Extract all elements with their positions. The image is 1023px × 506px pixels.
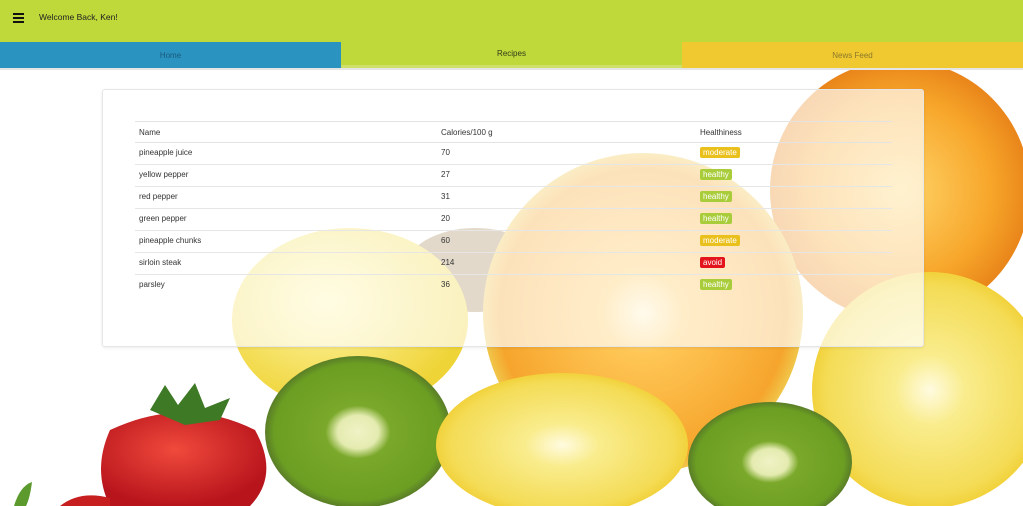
health-badge: healthy <box>700 169 732 180</box>
cell-calories: 20 <box>437 208 696 231</box>
cell-calories: 31 <box>437 186 696 209</box>
cell-name: yellow pepper <box>135 164 437 187</box>
header-name: Name <box>135 121 437 143</box>
nav-tabs: Home Recipes News Feed <box>0 42 1023 68</box>
cell-healthiness: healthy <box>696 275 892 297</box>
table-row: red pepper 31 healthy <box>135 186 892 209</box>
cell-name: sirloin steak <box>135 252 437 275</box>
table-row: pineapple juice 70 moderate <box>135 142 892 165</box>
tab-home[interactable]: Home <box>0 42 341 68</box>
foods-table: Name Calories/100 g Healthiness pineappl… <box>135 121 892 297</box>
cell-calories: 214 <box>437 252 696 275</box>
health-badge: moderate <box>700 235 740 246</box>
cell-calories: 27 <box>437 164 696 187</box>
cell-calories: 70 <box>437 142 696 165</box>
cell-healthiness: moderate <box>696 142 892 165</box>
cell-healthiness: avoid <box>696 252 892 275</box>
table-row: parsley 36 healthy <box>135 275 892 297</box>
cell-healthiness: healthy <box>696 186 892 209</box>
welcome-text: Welcome Back, Ken! <box>39 12 118 22</box>
menu-icon[interactable] <box>12 12 26 26</box>
cell-name: pineapple juice <box>135 142 437 165</box>
tab-recipes[interactable]: Recipes <box>341 42 682 68</box>
health-badge: avoid <box>700 257 726 268</box>
health-badge: moderate <box>700 147 740 158</box>
cell-name: parsley <box>139 280 165 289</box>
tab-news-feed[interactable]: News Feed <box>682 42 1023 68</box>
table-row: sirloin steak 214 avoid <box>135 252 892 275</box>
health-badge: healthy <box>700 279 732 290</box>
health-badge: healthy <box>700 191 732 202</box>
cell-calories: 60 <box>437 230 696 253</box>
table-row: pineapple chunks 60 moderate <box>135 230 892 253</box>
header-calories: Calories/100 g <box>437 121 696 143</box>
cell-healthiness: moderate <box>696 230 892 253</box>
cell-name: red pepper <box>135 186 437 209</box>
cell-name: green pepper <box>135 208 437 231</box>
table-row: yellow pepper 27 healthy <box>135 164 892 187</box>
header-healthiness: Healthiness <box>696 121 892 143</box>
table-row: green pepper 20 healthy <box>135 208 892 231</box>
health-badge: healthy <box>700 213 732 224</box>
cell-healthiness: healthy <box>696 208 892 231</box>
recipes-card: Name Calories/100 g Healthiness pineappl… <box>102 89 924 347</box>
app-header: Welcome Back, Ken! <box>0 0 1023 42</box>
cell-calories: 36 <box>441 280 450 289</box>
table-header-row: Name Calories/100 g Healthiness <box>135 121 892 143</box>
cell-name: pineapple chunks <box>135 230 437 253</box>
cell-healthiness: healthy <box>696 164 892 187</box>
tabs-divider <box>0 68 1023 70</box>
